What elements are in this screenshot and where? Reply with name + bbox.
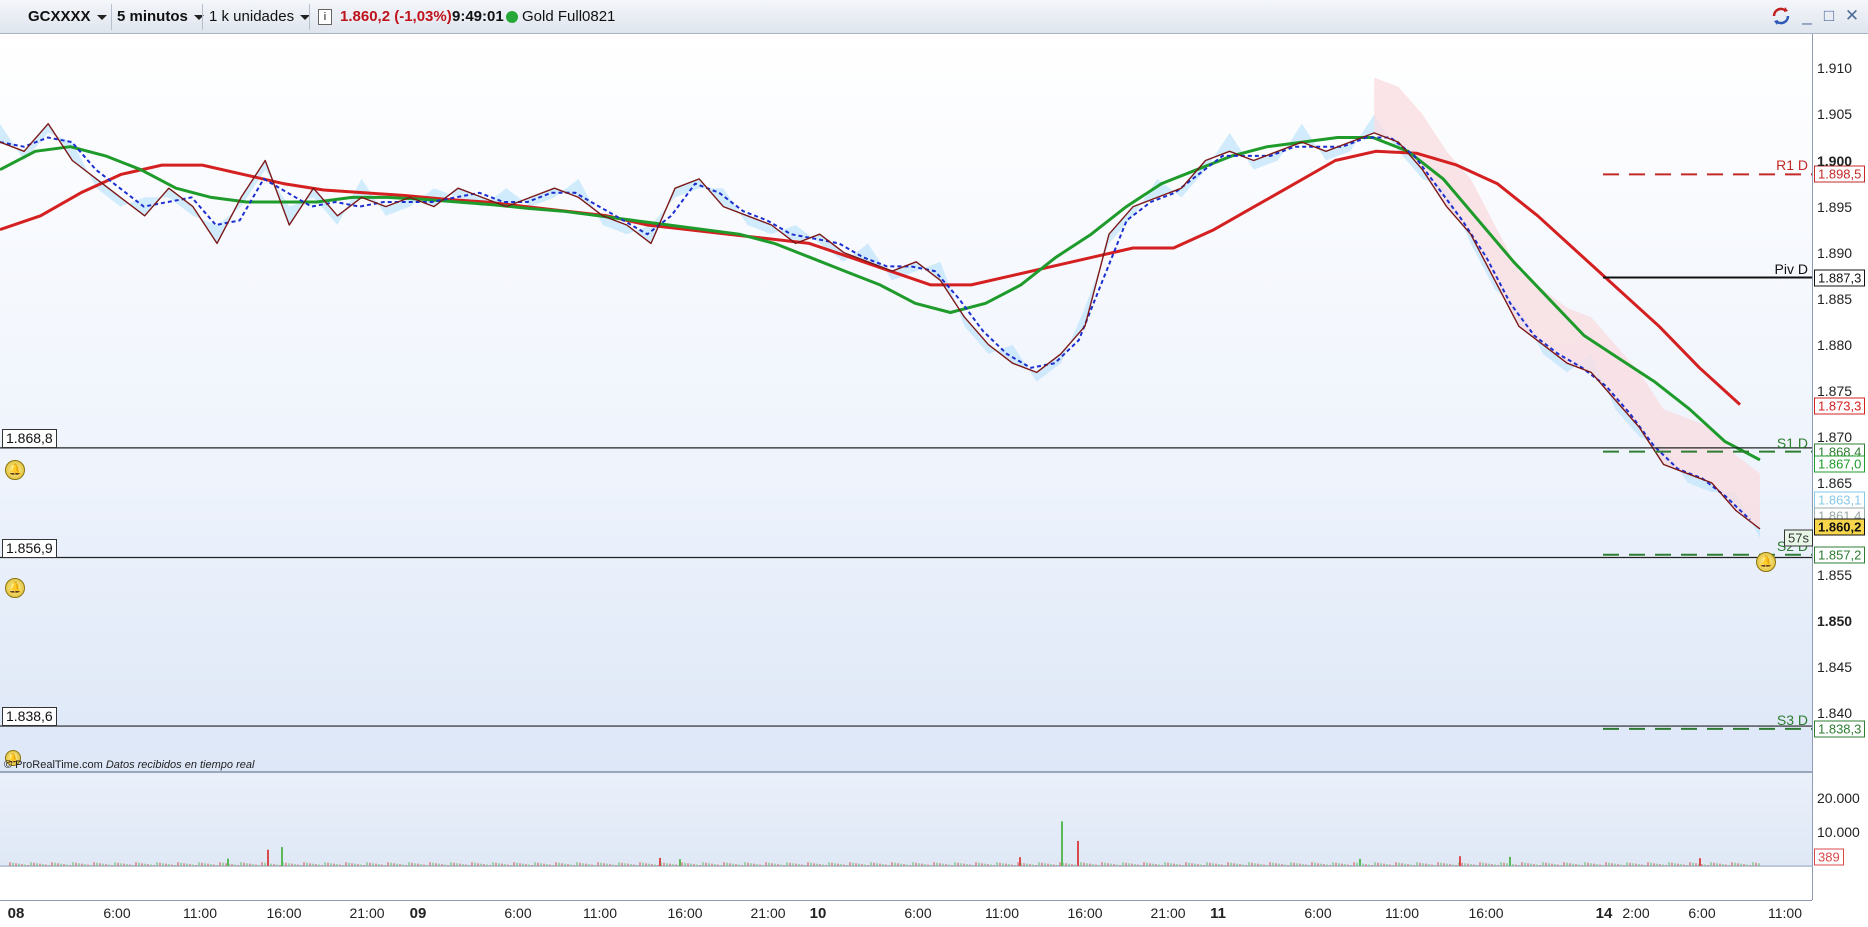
price-tick-label: 1.840 bbox=[1817, 705, 1853, 722]
price-tick-label: 1.890 bbox=[1817, 244, 1853, 261]
price-tick-label: 1.850 bbox=[1817, 613, 1853, 630]
indicator-value-box: 1.867,0 bbox=[1814, 455, 1866, 473]
pivot-level-label: Piv D bbox=[1774, 260, 1808, 277]
horizontal-line-value[interactable]: 1.838,6 bbox=[2, 707, 57, 727]
alert-bell-icon[interactable]: 🔔 bbox=[1756, 552, 1776, 572]
time-tick-label: 08 bbox=[7, 905, 25, 922]
volume-tick-label: 10.000 bbox=[1817, 824, 1860, 841]
indicator-value-box: 1.873,3 bbox=[1814, 397, 1866, 415]
price-tick-label: 1.900 bbox=[1817, 152, 1853, 169]
price-tick-label: 1.845 bbox=[1817, 659, 1853, 676]
pivot-level-label: S1 D bbox=[1776, 434, 1808, 451]
footer-credit: © ProRealTime.com Datos recibidos en tie… bbox=[4, 759, 254, 771]
time-tick-label: 6:00 bbox=[1304, 905, 1332, 921]
ichimoku-cloud-bear bbox=[1374, 77, 1760, 529]
time-tick-label: 16:00 bbox=[1468, 905, 1504, 921]
time-tick-label: 11:00 bbox=[1768, 905, 1802, 921]
time-tick-label: 11:00 bbox=[183, 905, 217, 921]
time-tick-label: 21:00 bbox=[750, 905, 786, 921]
price-tick-label: 1.885 bbox=[1817, 290, 1853, 307]
pivot-level-label: R1 D bbox=[1776, 157, 1808, 174]
pivot-level-label: S3 D bbox=[1776, 711, 1808, 728]
time-tick-label: 11:00 bbox=[1385, 905, 1419, 921]
price-tick-label: 1.880 bbox=[1817, 336, 1853, 353]
price-tick-label: 1.855 bbox=[1817, 567, 1853, 583]
kijun-dashed-line bbox=[0, 136, 1751, 521]
time-tick-label: 11:00 bbox=[583, 905, 617, 921]
time-tick-label: 09 bbox=[409, 905, 427, 922]
time-tick-label: 6:00 bbox=[904, 905, 932, 921]
time-tick-label: 21:00 bbox=[349, 905, 385, 921]
time-tick-label: 21:00 bbox=[1150, 905, 1186, 921]
brand-label: © ProRealTime.com bbox=[4, 759, 103, 771]
time-tick-label: 16:00 bbox=[266, 905, 302, 921]
pivot-level-value: 1.838,3 bbox=[1814, 720, 1866, 738]
indicator-value-box: 1.863,1 bbox=[1814, 491, 1866, 509]
time-tick-label: 6:00 bbox=[103, 905, 131, 921]
price-tick-label: 1.905 bbox=[1817, 106, 1853, 123]
ema-green-line bbox=[0, 136, 1761, 462]
time-tick-label: 11 bbox=[1210, 905, 1226, 922]
time-tick-label: 6:00 bbox=[504, 905, 532, 921]
pivot-level-value: 1.857,2 bbox=[1814, 546, 1866, 564]
pivot-level-value: 1.887,3 bbox=[1814, 269, 1866, 286]
price-tick-label: 1.910 bbox=[1817, 60, 1853, 77]
ema-red-line bbox=[0, 149, 1742, 406]
horizontal-line-value[interactable]: 1.868,8 bbox=[2, 428, 57, 448]
time-tick-label: 16:00 bbox=[667, 905, 703, 921]
price-tick-label: 1.875 bbox=[1817, 382, 1853, 399]
feed-status: Datos recibidos en tiempo real bbox=[105, 759, 255, 771]
time-tick-label: 11:00 bbox=[985, 905, 1019, 921]
time-tick-label: 2:00 bbox=[1622, 905, 1650, 921]
price-tick-label: 1.865 bbox=[1817, 474, 1853, 491]
volume-value-badge: 389 bbox=[1814, 848, 1844, 866]
time-tick-label: 6:00 bbox=[1688, 905, 1716, 921]
indicator-value-box: 1.860,2 bbox=[1814, 518, 1866, 536]
price-chart bbox=[0, 77, 1812, 867]
time-tick-label: 10 bbox=[809, 905, 827, 922]
price-tick-label: 1.895 bbox=[1817, 198, 1853, 215]
alert-bell-icon[interactable]: 🔔 bbox=[5, 460, 25, 480]
volume-tick-label: 20.000 bbox=[1817, 790, 1860, 807]
time-tick-label: 14 bbox=[1595, 905, 1613, 922]
alert-bell-icon[interactable]: 🔔 bbox=[5, 578, 25, 598]
price-tick-label: 1.870 bbox=[1817, 428, 1853, 445]
indicator-value-box: 57s bbox=[1784, 529, 1813, 547]
time-tick-label: 16:00 bbox=[1067, 905, 1103, 921]
horizontal-line-value[interactable]: 1.856,9 bbox=[2, 538, 57, 558]
